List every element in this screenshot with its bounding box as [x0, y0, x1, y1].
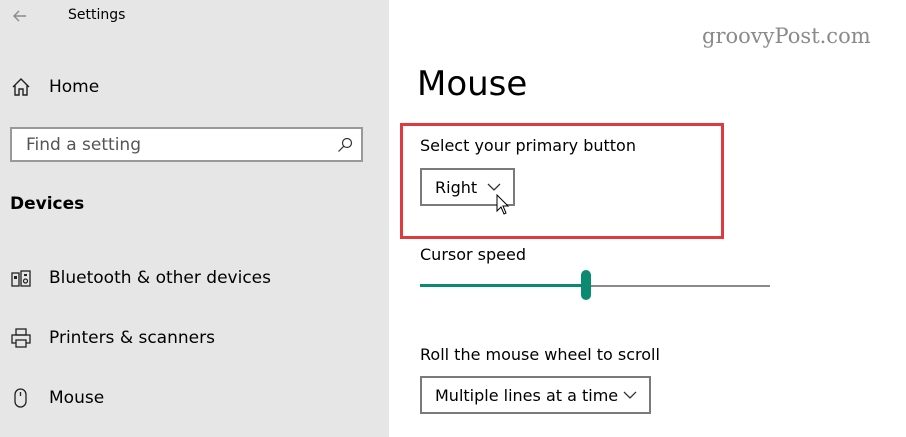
back-button[interactable]	[6, 2, 34, 30]
wheel-scroll-label: Roll the mouse wheel to scroll	[420, 345, 660, 364]
chevron-down-icon	[623, 391, 637, 399]
dropdown-value: Multiple lines at a time	[435, 386, 619, 405]
watermark: groovyPost.com	[702, 24, 871, 48]
section-header: Devices	[10, 194, 85, 214]
slider-track-empty	[586, 285, 770, 287]
sidebar: Settings Home Devices Bluetooth & other …	[0, 0, 389, 437]
search-icon[interactable]	[337, 137, 353, 153]
search-box[interactable]	[10, 127, 363, 162]
sidebar-item-label: Mouse	[49, 388, 105, 408]
printer-icon	[11, 328, 31, 348]
mouse-icon	[14, 388, 27, 408]
window-title: Settings	[68, 7, 126, 23]
dropdown-value: Right	[435, 178, 478, 197]
slider-thumb[interactable]	[581, 270, 591, 300]
chevron-down-icon	[487, 183, 501, 191]
sidebar-item-mouse[interactable]: Mouse	[0, 381, 389, 415]
sidebar-item-label: Printers & scanners	[49, 328, 215, 348]
sidebar-item-printers[interactable]: Printers & scanners	[0, 321, 389, 355]
wheel-scroll-dropdown[interactable]: Multiple lines at a time	[420, 376, 651, 414]
slider-track-filled	[420, 284, 586, 287]
back-arrow-icon	[13, 10, 26, 22]
sidebar-item-label: Home	[49, 77, 100, 97]
sidebar-item-label: Bluetooth & other devices	[49, 268, 271, 288]
home-icon	[12, 78, 30, 96]
cursor-speed-slider[interactable]	[420, 269, 770, 303]
search-input[interactable]	[12, 129, 332, 160]
page-title: Mouse	[417, 64, 528, 104]
cursor-speed-label: Cursor speed	[420, 245, 527, 264]
mouse-cursor-icon	[496, 194, 510, 215]
bluetooth-devices-icon	[11, 270, 31, 287]
primary-button-label: Select your primary button	[420, 136, 636, 155]
sidebar-item-home[interactable]: Home	[0, 72, 389, 104]
sidebar-item-bluetooth[interactable]: Bluetooth & other devices	[0, 261, 389, 295]
